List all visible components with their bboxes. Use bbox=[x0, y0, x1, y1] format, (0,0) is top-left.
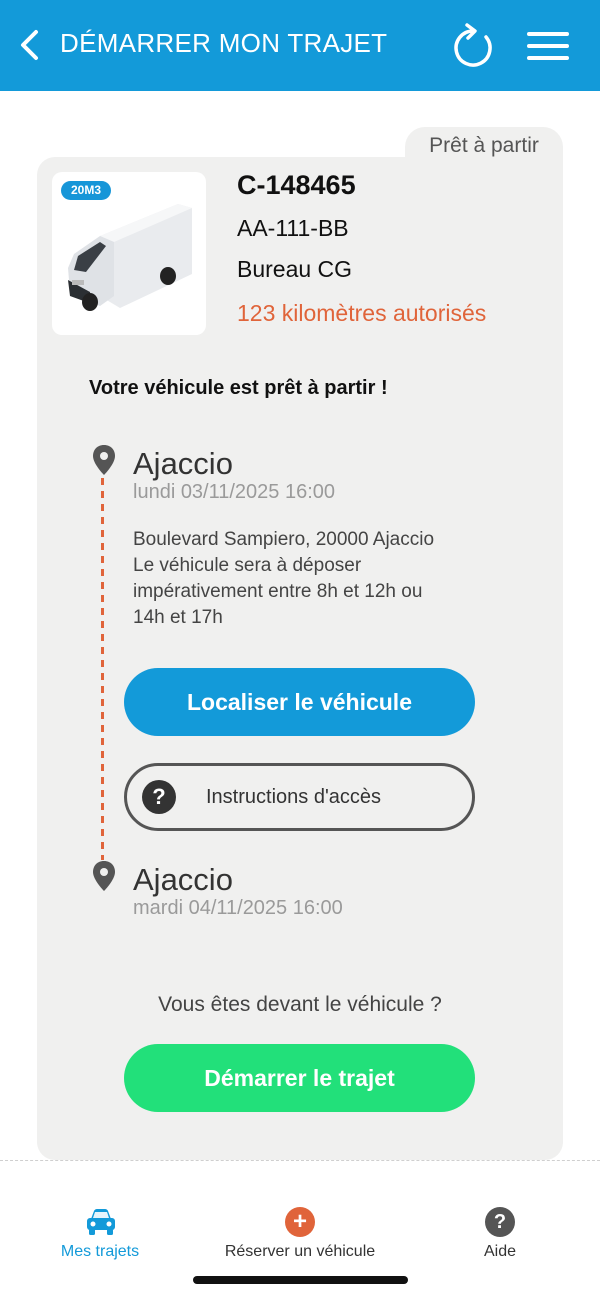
refresh-icon[interactable] bbox=[450, 23, 496, 71]
home-indicator bbox=[193, 1276, 408, 1284]
access-instructions-label: Instructions d'accès bbox=[206, 786, 382, 808]
address-line: Boulevard Sampiero, 20000 Ajaccio bbox=[133, 529, 435, 550]
departure-city: Ajaccio bbox=[133, 446, 233, 481]
van-image bbox=[68, 204, 192, 311]
ready-message: Votre véhicule est prêt à partir ! bbox=[89, 377, 388, 399]
hamburger-menu-icon[interactable] bbox=[525, 30, 571, 62]
help-icon[interactable]: ? bbox=[485, 1207, 515, 1237]
arrival-city: Ajaccio bbox=[133, 862, 233, 897]
nav-divider bbox=[0, 1160, 600, 1161]
locate-vehicle-button[interactable]: Localiser le véhicule bbox=[124, 668, 475, 736]
agency-name: Bureau CG bbox=[237, 256, 353, 282]
address-line: impérativement entre 8h et 12h ou bbox=[133, 581, 423, 602]
nav-book-vehicle[interactable]: Réserver un véhicule bbox=[200, 1243, 400, 1261]
arrival-date: mardi 04/11/2025 16:00 bbox=[133, 897, 343, 919]
status-label: Prêt à partir bbox=[429, 134, 539, 157]
back-arrow-icon[interactable] bbox=[14, 26, 46, 64]
nav-my-trips[interactable]: Mes trajets bbox=[40, 1243, 160, 1261]
page-title: DÉMARRER MON TRAJET bbox=[60, 28, 388, 58]
address-line: Le véhicule sera à déposer bbox=[133, 555, 362, 576]
nav-help[interactable]: Aide bbox=[440, 1243, 560, 1261]
car-icon[interactable] bbox=[85, 1207, 117, 1237]
departure-pin-icon bbox=[93, 445, 115, 475]
volume-badge: 20M3 bbox=[61, 181, 111, 200]
address-line: 14h et 17h bbox=[133, 607, 223, 628]
contract-number: C-148465 bbox=[237, 170, 356, 200]
arrival-pin-icon bbox=[93, 861, 115, 891]
app-header: DÉMARRER MON TRAJET bbox=[0, 0, 600, 91]
departure-address: Boulevard Sampiero, 20000 Ajaccio Le véh… bbox=[133, 527, 473, 631]
license-plate: AA-111-BB bbox=[237, 215, 349, 241]
route-line bbox=[101, 478, 104, 860]
question-icon: ? bbox=[142, 780, 176, 814]
departure-date: lundi 03/11/2025 16:00 bbox=[133, 481, 336, 503]
km-allowed: 123 kilomètres autorisés bbox=[237, 300, 487, 326]
vehicle-question: Vous êtes devant le véhicule ? bbox=[158, 993, 442, 1016]
start-trip-button[interactable]: Démarrer le trajet bbox=[124, 1044, 475, 1112]
plus-icon[interactable]: + bbox=[285, 1207, 315, 1237]
